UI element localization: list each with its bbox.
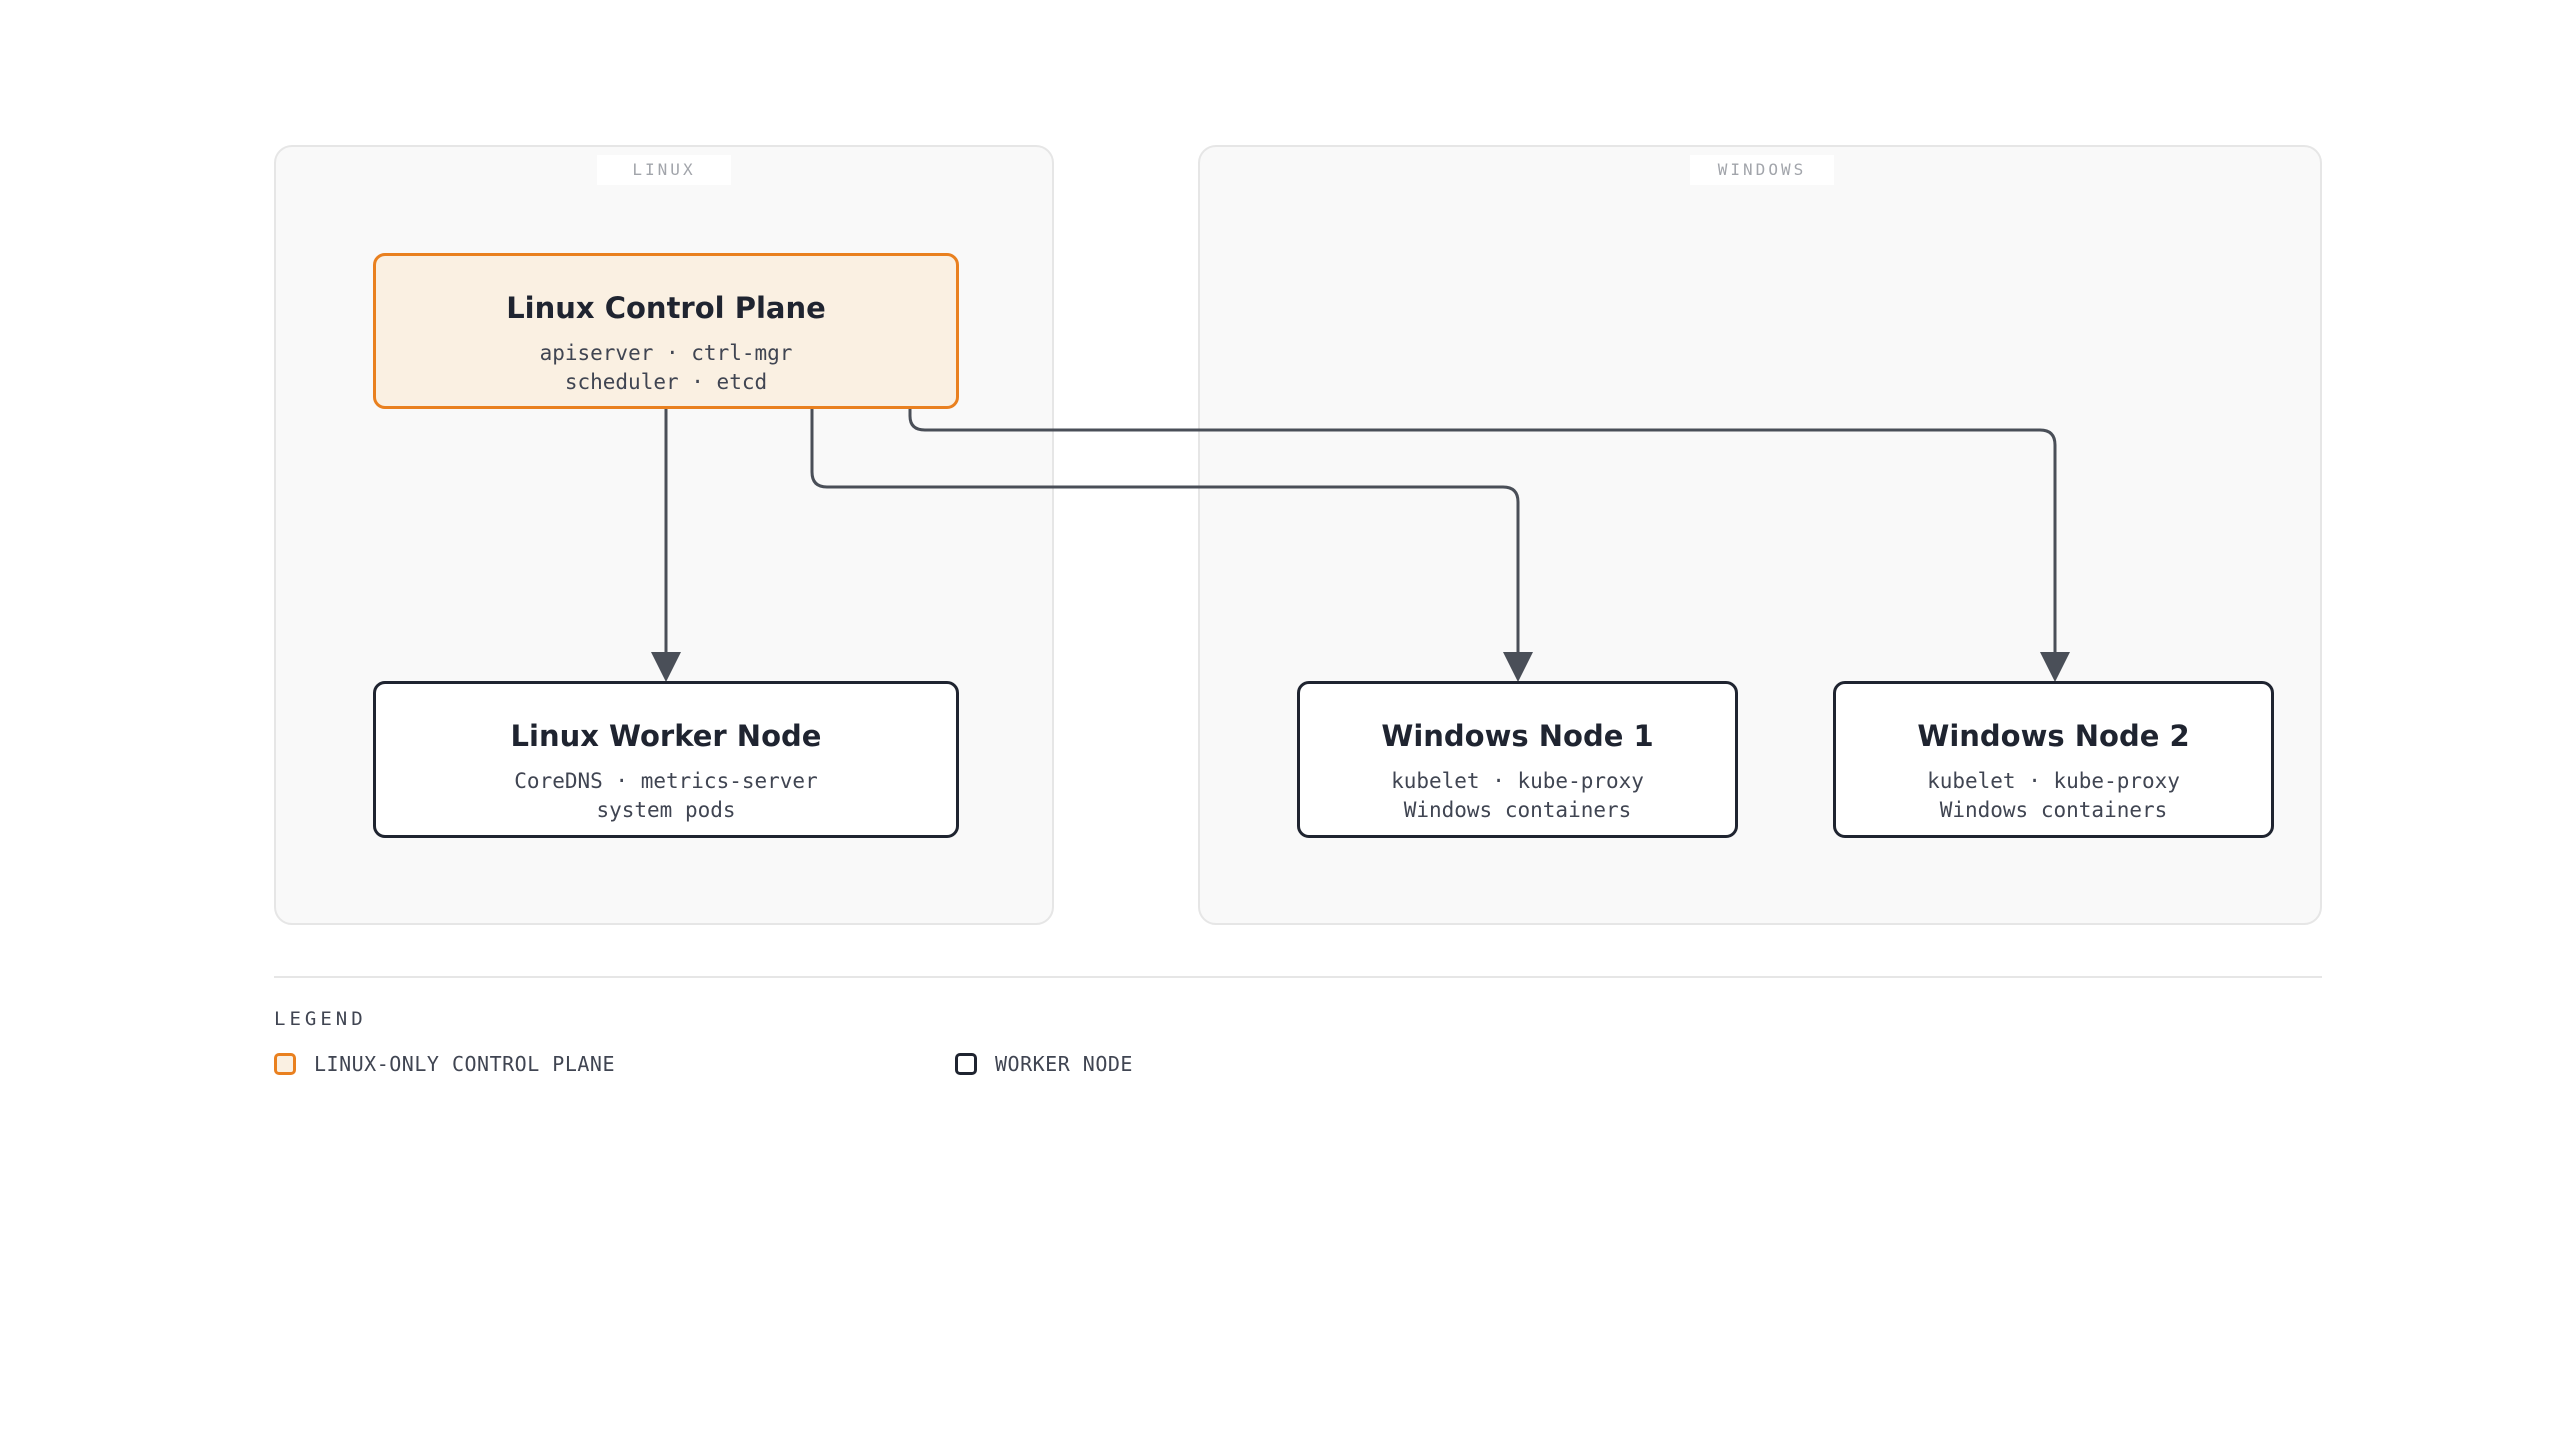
legend-divider <box>274 976 2322 978</box>
legend-label: LINUX-ONLY CONTROL PLANE <box>314 1052 615 1076</box>
node-title: Linux Control Plane <box>506 291 826 325</box>
linux-control-plane-node[interactable]: Linux Control Plane apiserver · ctrl-mgr… <box>373 253 959 409</box>
legend-item-worker-node: WORKER NODE <box>955 1052 1133 1076</box>
windows-node-1[interactable]: Windows Node 1 kubelet · kube-proxy Wind… <box>1297 681 1738 838</box>
worker-node-swatch <box>955 1053 977 1075</box>
node-title: Linux Worker Node <box>510 719 822 753</box>
node-components: kubelet · kube-proxy <box>1391 769 1644 793</box>
windows-region-label: WINDOWS <box>1690 155 1834 185</box>
legend-item-control-plane: LINUX-ONLY CONTROL PLANE <box>274 1052 615 1076</box>
node-components: apiserver · ctrl-mgr <box>539 341 793 365</box>
node-components: CoreDNS · metrics-server <box>514 769 818 793</box>
node-components: Windows containers <box>1403 798 1632 822</box>
legend-label: WORKER NODE <box>995 1052 1133 1076</box>
linux-region-label: LINUX <box>597 155 731 185</box>
linux-worker-node[interactable]: Linux Worker Node CoreDNS · metrics-serv… <box>373 681 959 838</box>
node-title: Windows Node 1 <box>1381 719 1654 753</box>
node-components: scheduler · etcd <box>564 370 768 394</box>
control-plane-swatch <box>274 1053 296 1075</box>
node-components: system pods <box>596 798 736 822</box>
node-components: kubelet · kube-proxy <box>1927 769 2180 793</box>
node-title: Windows Node 2 <box>1917 719 2190 753</box>
legend-title: LEGEND <box>274 1008 367 1030</box>
windows-node-2[interactable]: Windows Node 2 kubelet · kube-proxy Wind… <box>1833 681 2274 838</box>
node-components: Windows containers <box>1939 798 2168 822</box>
